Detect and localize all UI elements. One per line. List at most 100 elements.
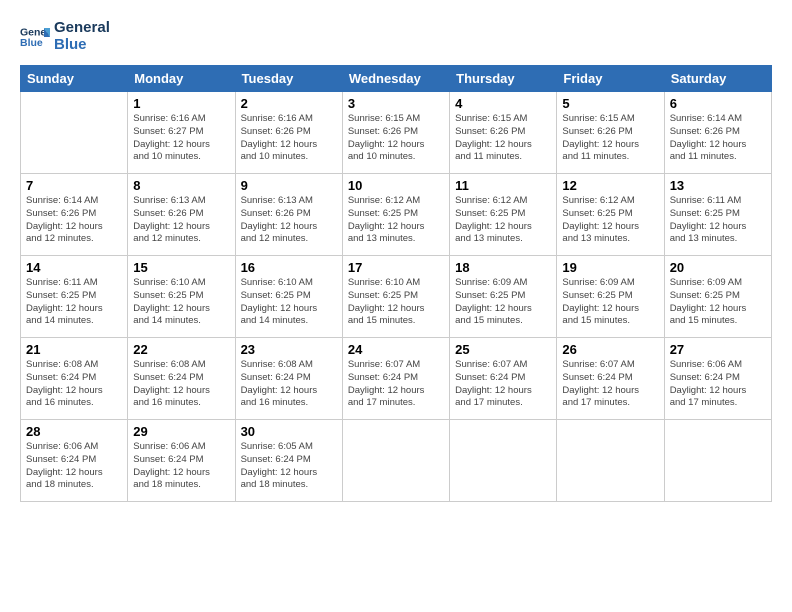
day-number: 9 [241,178,337,193]
day-info: Sunrise: 6:09 AM Sunset: 6:25 PM Dayligh… [562,277,658,328]
day-number: 11 [455,178,551,193]
calendar-cell: 4 Sunrise: 6:15 AM Sunset: 6:26 PM Daylig… [450,92,557,174]
calendar-cell [664,420,771,502]
day-info: Sunrise: 6:10 AM Sunset: 6:25 PM Dayligh… [348,277,444,328]
day-number: 14 [26,260,122,275]
day-number: 12 [562,178,658,193]
day-info: Sunrise: 6:13 AM Sunset: 6:26 PM Dayligh… [241,195,337,246]
calendar-cell: 30 Sunrise: 6:05 AM Sunset: 6:24 PM Dayli… [235,420,342,502]
day-number: 23 [241,342,337,357]
calendar-cell: 10 Sunrise: 6:12 AM Sunset: 6:25 PM Dayli… [342,174,449,256]
calendar-cell: 11 Sunrise: 6:12 AM Sunset: 6:25 PM Dayli… [450,174,557,256]
calendar-cell: 17 Sunrise: 6:10 AM Sunset: 6:25 PM Dayli… [342,256,449,338]
day-info: Sunrise: 6:10 AM Sunset: 6:25 PM Dayligh… [241,277,337,328]
logo-general: General [54,20,110,37]
day-info: Sunrise: 6:12 AM Sunset: 6:25 PM Dayligh… [455,195,551,246]
day-info: Sunrise: 6:06 AM Sunset: 6:24 PM Dayligh… [133,441,229,492]
calendar-cell: 8 Sunrise: 6:13 AM Sunset: 6:26 PM Daylig… [128,174,235,256]
calendar-cell: 1 Sunrise: 6:16 AM Sunset: 6:27 PM Daylig… [128,92,235,174]
calendar-cell: 14 Sunrise: 6:11 AM Sunset: 6:25 PM Dayli… [21,256,128,338]
day-info: Sunrise: 6:05 AM Sunset: 6:24 PM Dayligh… [241,441,337,492]
day-info: Sunrise: 6:09 AM Sunset: 6:25 PM Dayligh… [455,277,551,328]
day-number: 13 [670,178,766,193]
day-info: Sunrise: 6:12 AM Sunset: 6:25 PM Dayligh… [562,195,658,246]
day-info: Sunrise: 6:07 AM Sunset: 6:24 PM Dayligh… [455,359,551,410]
day-number: 18 [455,260,551,275]
day-number: 10 [348,178,444,193]
calendar-cell: 12 Sunrise: 6:12 AM Sunset: 6:25 PM Dayli… [557,174,664,256]
day-info: Sunrise: 6:08 AM Sunset: 6:24 PM Dayligh… [26,359,122,410]
day-info: Sunrise: 6:11 AM Sunset: 6:25 PM Dayligh… [26,277,122,328]
day-number: 26 [562,342,658,357]
day-number: 7 [26,178,122,193]
day-number: 17 [348,260,444,275]
logo: General Blue General Blue [20,20,110,53]
day-number: 19 [562,260,658,275]
day-number: 15 [133,260,229,275]
day-info: Sunrise: 6:15 AM Sunset: 6:26 PM Dayligh… [348,113,444,164]
day-number: 3 [348,96,444,111]
day-info: Sunrise: 6:10 AM Sunset: 6:25 PM Dayligh… [133,277,229,328]
logo-blue: Blue [54,37,110,54]
calendar-cell [21,92,128,174]
col-header-monday: Monday [128,66,235,92]
svg-text:Blue: Blue [20,37,43,49]
day-number: 25 [455,342,551,357]
calendar-cell: 25 Sunrise: 6:07 AM Sunset: 6:24 PM Dayli… [450,338,557,420]
day-info: Sunrise: 6:16 AM Sunset: 6:26 PM Dayligh… [241,113,337,164]
calendar-cell: 7 Sunrise: 6:14 AM Sunset: 6:26 PM Daylig… [21,174,128,256]
calendar-cell: 21 Sunrise: 6:08 AM Sunset: 6:24 PM Dayli… [21,338,128,420]
col-header-tuesday: Tuesday [235,66,342,92]
day-number: 1 [133,96,229,111]
calendar-cell: 20Sunrise: 6:09 AM Sunset: 6:25 PM Dayli… [664,256,771,338]
calendar-cell: 2 Sunrise: 6:16 AM Sunset: 6:26 PM Daylig… [235,92,342,174]
col-header-saturday: Saturday [664,66,771,92]
calendar-cell: 27 Sunrise: 6:06 AM Sunset: 6:24 PM Dayli… [664,338,771,420]
calendar-cell: 15 Sunrise: 6:10 AM Sunset: 6:25 PM Dayli… [128,256,235,338]
day-info: Sunrise: 6:07 AM Sunset: 6:24 PM Dayligh… [562,359,658,410]
day-info: Sunrise: 6:15 AM Sunset: 6:26 PM Dayligh… [455,113,551,164]
calendar-cell: 22 Sunrise: 6:08 AM Sunset: 6:24 PM Dayli… [128,338,235,420]
day-info: Sunrise: 6:16 AM Sunset: 6:27 PM Dayligh… [133,113,229,164]
logo-icon: General Blue [20,22,50,52]
calendar-cell: 3 Sunrise: 6:15 AM Sunset: 6:26 PM Daylig… [342,92,449,174]
calendar-cell [450,420,557,502]
day-number: 6 [670,96,766,111]
calendar-cell: 18 Sunrise: 6:09 AM Sunset: 6:25 PM Dayli… [450,256,557,338]
day-number: 27 [670,342,766,357]
day-number: 21 [26,342,122,357]
day-info: Sunrise: 6:06 AM Sunset: 6:24 PM Dayligh… [26,441,122,492]
calendar-cell: 5Sunrise: 6:15 AM Sunset: 6:26 PM Daylig… [557,92,664,174]
day-info: Sunrise: 6:14 AM Sunset: 6:26 PM Dayligh… [670,113,766,164]
calendar-cell: 26 Sunrise: 6:07 AM Sunset: 6:24 PM Dayli… [557,338,664,420]
day-number: 22 [133,342,229,357]
day-number: 2 [241,96,337,111]
calendar-cell: 9 Sunrise: 6:13 AM Sunset: 6:26 PM Daylig… [235,174,342,256]
day-info: Sunrise: 6:14 AM Sunset: 6:26 PM Dayligh… [26,195,122,246]
day-info: Sunrise: 6:08 AM Sunset: 6:24 PM Dayligh… [133,359,229,410]
day-number: 5 [562,96,658,111]
calendar-cell: 24 Sunrise: 6:07 AM Sunset: 6:24 PM Dayli… [342,338,449,420]
day-info: Sunrise: 6:08 AM Sunset: 6:24 PM Dayligh… [241,359,337,410]
calendar-cell: 6 Sunrise: 6:14 AM Sunset: 6:26 PM Daylig… [664,92,771,174]
col-header-friday: Friday [557,66,664,92]
day-info: Sunrise: 6:13 AM Sunset: 6:26 PM Dayligh… [133,195,229,246]
day-number: 28 [26,424,122,439]
day-info: Sunrise: 6:07 AM Sunset: 6:24 PM Dayligh… [348,359,444,410]
calendar-cell: 29 Sunrise: 6:06 AM Sunset: 6:24 PM Dayli… [128,420,235,502]
day-number: 29 [133,424,229,439]
calendar-cell [342,420,449,502]
day-info: Sunrise: 6:09 AM Sunset: 6:25 PM Dayligh… [670,277,766,328]
day-number: 24 [348,342,444,357]
day-number: 8 [133,178,229,193]
calendar-cell: 23 Sunrise: 6:08 AM Sunset: 6:24 PM Dayli… [235,338,342,420]
calendar-cell: 19 Sunrise: 6:09 AM Sunset: 6:25 PM Dayli… [557,256,664,338]
day-number: 4 [455,96,551,111]
day-number: 30 [241,424,337,439]
calendar-cell: 28 Sunrise: 6:06 AM Sunset: 6:24 PM Dayli… [21,420,128,502]
col-header-thursday: Thursday [450,66,557,92]
calendar-cell [557,420,664,502]
day-info: Sunrise: 6:12 AM Sunset: 6:25 PM Dayligh… [348,195,444,246]
day-info: Sunrise: 6:06 AM Sunset: 6:24 PM Dayligh… [670,359,766,410]
day-info: Sunrise: 6:11 AM Sunset: 6:25 PM Dayligh… [670,195,766,246]
